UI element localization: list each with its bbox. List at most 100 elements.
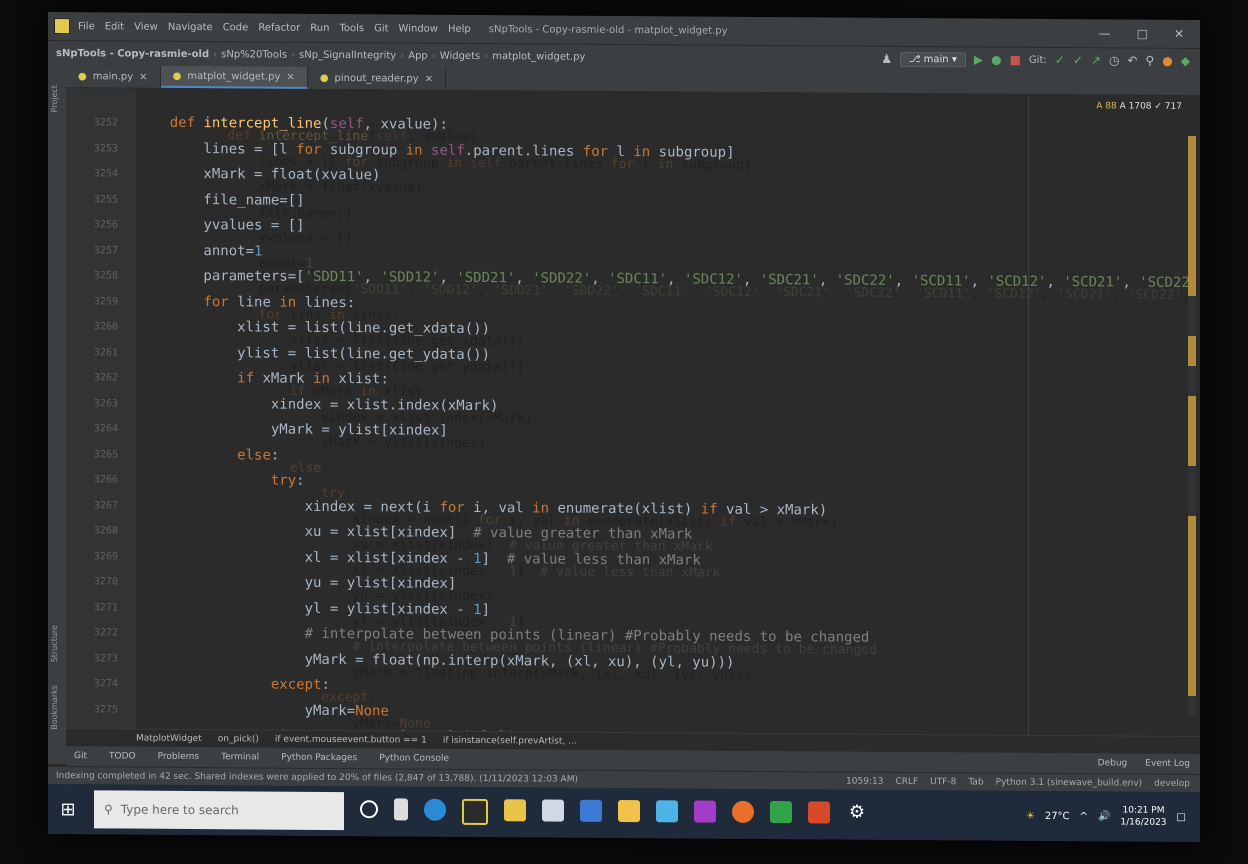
updates-icon[interactable]: ● xyxy=(1162,54,1172,68)
line-separator[interactable]: CRLF xyxy=(895,777,918,787)
python-file-icon: ● xyxy=(172,70,182,82)
breadcrumb-folder[interactable]: sNp%20Tools xyxy=(221,49,287,60)
breadcrumb-file[interactable]: matplot_widget.py xyxy=(492,51,585,63)
file-explorer-icon[interactable] xyxy=(504,799,526,822)
task-view-icon[interactable] xyxy=(394,798,408,821)
menu-navigate[interactable]: Navigate xyxy=(168,21,213,32)
menu-view[interactable]: View xyxy=(134,21,158,32)
line-number: 3261 xyxy=(93,346,118,358)
line-text: except: xyxy=(270,676,330,693)
line-number: 3252 xyxy=(93,117,118,129)
windows-start-icon[interactable]: ⊞ xyxy=(48,799,88,820)
visual-studio-icon[interactable] xyxy=(694,800,716,823)
menu-file[interactable]: File xyxy=(78,21,95,32)
toolwin-problems[interactable]: Problems xyxy=(158,752,199,762)
line-text: yu = ylist[xindex] xyxy=(136,573,457,592)
rollback-icon[interactable]: ↶ xyxy=(1127,54,1137,68)
project-toolwindow-icon[interactable]: Project xyxy=(50,85,59,112)
line-number: 3265 xyxy=(93,448,118,460)
close-tab-icon[interactable]: × xyxy=(286,71,294,82)
paint-icon[interactable] xyxy=(656,800,678,823)
menu-window[interactable]: Window xyxy=(399,23,438,34)
toolwin-todo[interactable]: TODO xyxy=(109,751,136,761)
structure-toolwindow-icon[interactable]: Structure xyxy=(50,625,59,662)
breadcrumb-folder[interactable]: sNp_SignalIntegrity xyxy=(299,49,396,61)
settings-gear-icon[interactable]: ⚙ xyxy=(846,802,868,824)
menu-edit[interactable]: Edit xyxy=(105,21,124,32)
menu-run[interactable]: Run xyxy=(310,22,329,33)
cortana-icon[interactable] xyxy=(360,800,378,819)
toolwin-python-console[interactable]: Python Console xyxy=(379,753,449,763)
menu-refactor[interactable]: Refactor xyxy=(258,22,300,33)
file-encoding[interactable]: UTF-8 xyxy=(930,777,956,787)
toolwin-event-log[interactable]: Event Log xyxy=(1145,759,1190,769)
menu-tools[interactable]: Tools xyxy=(339,23,364,34)
presentation-icon[interactable] xyxy=(808,801,830,824)
error-stripe-scrollbar[interactable] xyxy=(1188,135,1196,717)
store-icon[interactable] xyxy=(542,799,564,822)
sticky-notes-icon[interactable] xyxy=(618,799,640,823)
notification-icon[interactable]: □ xyxy=(1177,811,1186,822)
crumb-method[interactable]: on_pick() xyxy=(218,734,259,744)
stop-icon[interactable]: ■ xyxy=(1010,53,1021,67)
close-tab-icon[interactable]: × xyxy=(139,71,147,82)
vcs-branch[interactable]: develop xyxy=(1154,779,1190,789)
tab-pinout-reader[interactable]: ● pinout_reader.py × xyxy=(307,66,447,90)
spreadsheet-icon[interactable] xyxy=(770,801,792,824)
git-update-icon[interactable]: ✓ xyxy=(1055,53,1065,67)
tab-matplot-widget[interactable]: ● matplot_widget.py × xyxy=(160,65,308,89)
toolwin-terminal[interactable]: Terminal xyxy=(221,752,259,762)
line-number: 3273 xyxy=(93,652,118,664)
pycharm-icon[interactable] xyxy=(462,798,488,826)
windows-taskbar: ⊞ ⚲ Type here to search ⚙ ☀ 27°C ^ 🔊 10:… xyxy=(48,784,1200,843)
weather-temp[interactable]: 27°C xyxy=(1045,810,1070,821)
taskbar-search[interactable]: ⚲ Type here to search xyxy=(94,790,344,831)
line-number: 3267 xyxy=(93,499,118,511)
media-icon[interactable] xyxy=(732,800,754,823)
tray-overflow-icon[interactable]: ^ xyxy=(1080,811,1088,822)
debug-icon[interactable]: ● xyxy=(991,53,1001,67)
line-number: 3255 xyxy=(93,193,118,205)
menu-code[interactable]: Code xyxy=(223,22,249,33)
line-number: 3275 xyxy=(93,703,118,715)
crumb-if[interactable]: if isinstance(self.prevArtist, ... xyxy=(443,736,577,747)
close-tab-icon[interactable]: × xyxy=(425,73,433,84)
maximize-icon[interactable]: □ xyxy=(1137,27,1148,41)
network-app-icon[interactable] xyxy=(580,799,602,822)
git-commit-icon[interactable]: ✓ xyxy=(1073,53,1083,67)
breadcrumb-project[interactable]: sNpTools - Copy-rasmie-old xyxy=(56,48,209,60)
plugin-icon[interactable]: ◆ xyxy=(1181,54,1190,68)
crumb-class[interactable]: MatplotWidget xyxy=(136,734,202,744)
branch-selector[interactable]: ⎇ main ▾ xyxy=(899,51,966,67)
volume-icon[interactable]: 🔊 xyxy=(1098,811,1110,822)
line-text: xindex = xlist.index(xMark) xyxy=(136,395,499,414)
menu-git[interactable]: Git xyxy=(374,23,388,34)
status-message[interactable]: Indexing completed in 42 sec. Shared ind… xyxy=(56,771,578,785)
close-icon[interactable]: ✕ xyxy=(1174,27,1184,41)
menu-bar: File Edit View Navigate Code Refactor Ru… xyxy=(78,21,471,35)
git-push-icon[interactable]: ↗ xyxy=(1091,53,1101,67)
python-interpreter[interactable]: Python 3.1 (sinewave_build.env) xyxy=(996,778,1142,789)
tab-main-py[interactable]: ● main.py × xyxy=(66,65,161,88)
run-icon[interactable]: ▶ xyxy=(974,52,983,66)
code-editor[interactable]: def intercept_line(self, xvalue): lines … xyxy=(66,88,1200,737)
line-text: for line in lines: xyxy=(203,293,356,311)
edge-icon[interactable] xyxy=(424,798,446,821)
minimize-icon[interactable]: — xyxy=(1099,26,1111,40)
search-icon[interactable]: ⚲ xyxy=(1145,54,1154,68)
indent-setting[interactable]: Tab xyxy=(968,777,983,787)
breadcrumb-folder[interactable]: Widgets xyxy=(440,50,480,61)
user-icon[interactable]: ♟ xyxy=(881,52,892,66)
weather-icon[interactable]: ☀ xyxy=(1026,810,1035,821)
crumb-if[interactable]: if event.mouseevent.button == 1 xyxy=(275,735,427,746)
toolwin-debug[interactable]: Debug xyxy=(1098,758,1128,768)
toolwin-git[interactable]: Git xyxy=(74,751,87,761)
taskbar-clock[interactable]: 10:21 PM 1/16/2023 xyxy=(1120,804,1166,828)
history-icon[interactable]: ◷ xyxy=(1109,53,1119,67)
inspection-widget[interactable]: A 88 A 1708 ✓ 717 xyxy=(1096,101,1182,112)
toolwin-python-packages[interactable]: Python Packages xyxy=(281,753,357,764)
menu-help[interactable]: Help xyxy=(448,23,471,34)
cursor-position[interactable]: 1059:13 xyxy=(846,777,883,787)
breadcrumb-folder[interactable]: App xyxy=(408,50,428,61)
bookmarks-toolwindow-icon[interactable]: Bookmarks xyxy=(50,685,59,730)
